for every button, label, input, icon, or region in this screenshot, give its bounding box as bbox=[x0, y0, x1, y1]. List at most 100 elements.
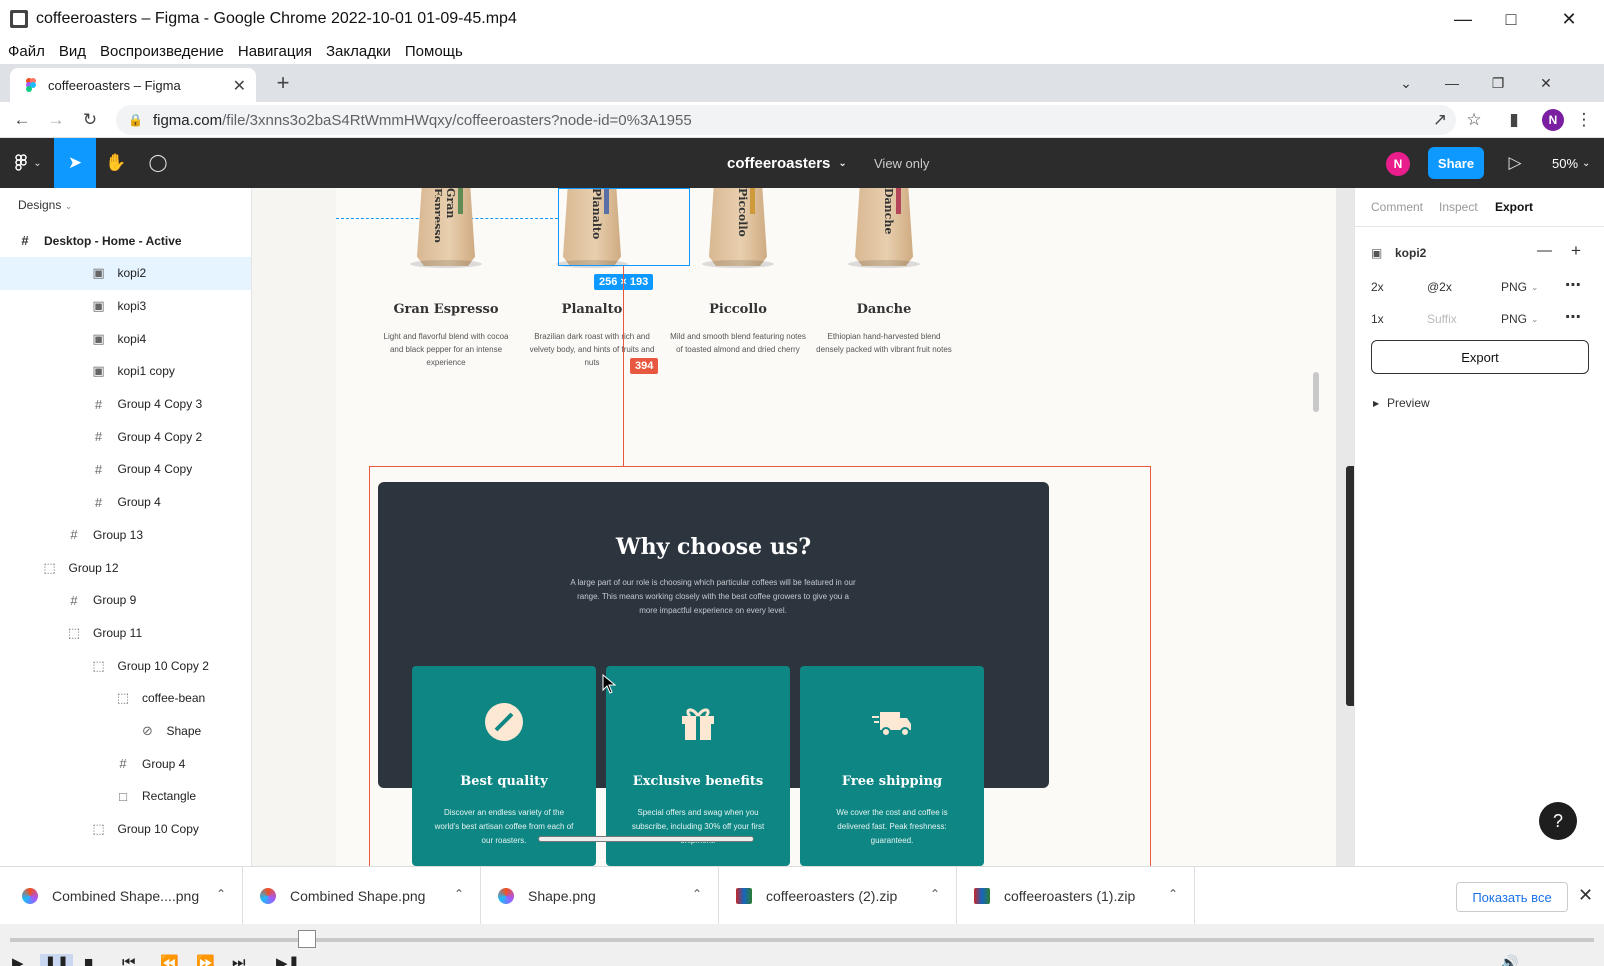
coffee-bag-image[interactable]: Danche bbox=[855, 188, 913, 266]
move-tool-icon[interactable]: ➤ bbox=[54, 138, 96, 188]
previous-icon[interactable]: ⏮ bbox=[122, 954, 136, 966]
fast-forward-icon[interactable]: ⏩ bbox=[196, 954, 215, 966]
layer-row[interactable]: ▣ kopi3 bbox=[0, 289, 251, 322]
chevron-up-icon[interactable]: ⌃ bbox=[692, 887, 702, 901]
volume-icon[interactable]: 🔊 bbox=[1500, 954, 1519, 966]
maximize-button[interactable]: □ bbox=[1482, 0, 1540, 38]
download-item[interactable]: coffeeroasters (1).zip ⌃ bbox=[952, 867, 1195, 925]
hand-tool-icon[interactable]: ✋ bbox=[96, 138, 136, 188]
layer-row[interactable]: □ Rectangle bbox=[0, 780, 251, 813]
zoom-menu[interactable]: 50% ⌄ bbox=[1552, 138, 1590, 188]
stop-icon[interactable]: ■ bbox=[84, 954, 93, 966]
layer-row[interactable]: # Group 4 bbox=[0, 486, 251, 519]
menu-help[interactable]: Помощь bbox=[405, 43, 463, 60]
design-canvas[interactable]: Gran Espresso Gran Espresso Light and flav… bbox=[252, 188, 1354, 866]
rewind-icon[interactable]: ⏪ bbox=[160, 954, 179, 966]
play-icon[interactable]: ▶ bbox=[12, 954, 24, 966]
frame-icon: # bbox=[119, 756, 127, 772]
preview-toggle[interactable]: ▶ Preview bbox=[1355, 388, 1604, 418]
layer-row[interactable]: # Group 4 bbox=[0, 747, 251, 780]
layer-row[interactable]: ▣ kopi2 bbox=[0, 256, 251, 290]
export-format[interactable]: PNG bbox=[1501, 312, 1527, 326]
export-button[interactable]: Export bbox=[1371, 340, 1589, 374]
reload-icon[interactable]: ↻ bbox=[76, 106, 104, 134]
browser-minimize-icon[interactable]: — bbox=[1432, 68, 1472, 98]
coffee-bag-image[interactable]: Gran Espresso bbox=[417, 188, 475, 266]
menu-bookmarks[interactable]: Закладки bbox=[326, 43, 391, 60]
export-suffix-input[interactable]: Suffix bbox=[1427, 312, 1457, 326]
coffee-bag-image[interactable]: Piccollo bbox=[709, 188, 767, 266]
layer-row[interactable]: ⬚ Group 12 bbox=[0, 551, 251, 584]
layer-row[interactable]: ⊘ Shape bbox=[0, 715, 251, 748]
layer-row[interactable]: # Desktop - Home - Active bbox=[0, 224, 251, 257]
chevron-up-icon[interactable]: ⌃ bbox=[930, 887, 940, 901]
user-avatar[interactable]: N bbox=[1386, 152, 1410, 176]
layer-row[interactable]: # Group 9 bbox=[0, 584, 251, 617]
selection-box[interactable] bbox=[558, 188, 690, 266]
browser-menu-icon[interactable]: ⋮ bbox=[1570, 106, 1598, 134]
address-bar[interactable]: 🔒 figma.com/file/3xnns3o2baS4RtWmmHWqxy/… bbox=[116, 105, 1456, 135]
remove-export-icon[interactable]: — bbox=[1537, 242, 1552, 259]
layer-row[interactable]: # Group 13 bbox=[0, 518, 251, 551]
file-name-menu[interactable]: coffeeroasters ⌄ bbox=[727, 138, 847, 188]
layer-row[interactable]: ▣ kopi1 copy bbox=[0, 355, 251, 388]
share-page-icon[interactable]: ↗ bbox=[1426, 106, 1454, 134]
side-panel-icon[interactable]: ▮ bbox=[1500, 106, 1528, 134]
export-scale[interactable]: 2x bbox=[1371, 280, 1384, 294]
layer-row[interactable]: # Group 4 Copy bbox=[0, 453, 251, 486]
frame-step-icon[interactable]: ▶❚ bbox=[276, 954, 300, 966]
layer-row[interactable]: ⬚ Group 10 Copy 2 bbox=[0, 649, 251, 682]
download-item[interactable]: Combined Shape....png ⌃ bbox=[0, 867, 243, 925]
seek-bar[interactable] bbox=[10, 938, 1594, 942]
layer-row[interactable]: ⬚ Group 10 Copy bbox=[0, 813, 251, 846]
menu-playback[interactable]: Воспроизведение bbox=[100, 43, 224, 60]
tab-export[interactable]: Export bbox=[1495, 200, 1533, 214]
add-export-icon[interactable]: + bbox=[1571, 241, 1581, 261]
download-item[interactable]: Shape.png ⌃ bbox=[476, 867, 719, 925]
pause-icon[interactable]: ❚❚ bbox=[40, 954, 74, 966]
layer-row[interactable]: ⬚ coffee-bean bbox=[0, 682, 251, 715]
tab-comment[interactable]: Comment bbox=[1371, 200, 1423, 214]
seek-thumb[interactable] bbox=[298, 930, 316, 948]
canvas-scrollbar[interactable] bbox=[538, 836, 754, 842]
chevron-up-icon[interactable]: ⌃ bbox=[1168, 887, 1178, 901]
show-all-downloads-button[interactable]: Показать все bbox=[1456, 882, 1568, 912]
browser-close-icon[interactable]: ✕ bbox=[1526, 68, 1566, 98]
tab-search-icon[interactable]: ⌄ bbox=[1386, 68, 1426, 98]
export-scale[interactable]: 1x bbox=[1371, 312, 1384, 326]
forward-icon[interactable]: → bbox=[42, 106, 70, 134]
download-item[interactable]: coffeeroasters (2).zip ⌃ bbox=[714, 867, 957, 925]
download-item[interactable]: Combined Shape.png ⌃ bbox=[238, 867, 481, 925]
present-icon[interactable]: ▷ bbox=[1498, 138, 1532, 188]
pages-dropdown[interactable]: Designs ⌄ bbox=[18, 198, 72, 212]
next-icon[interactable]: ⏭ bbox=[232, 954, 246, 966]
chevron-up-icon[interactable]: ⌃ bbox=[216, 887, 226, 901]
new-tab-button[interactable]: + bbox=[268, 68, 298, 98]
figma-menu-icon[interactable]: ⌄ bbox=[8, 138, 48, 188]
export-suffix[interactable]: @2x bbox=[1427, 280, 1452, 294]
browser-restore-icon[interactable]: ❐ bbox=[1478, 68, 1518, 98]
vertical-scrollbar[interactable] bbox=[1313, 372, 1319, 412]
tab-close-icon[interactable]: ✕ bbox=[233, 76, 246, 96]
menu-file[interactable]: Файл bbox=[8, 43, 45, 60]
profile-avatar[interactable]: N bbox=[1542, 109, 1564, 131]
layer-row[interactable]: # Group 4 Copy 3 bbox=[0, 388, 251, 421]
export-options-icon[interactable]: ⋯ bbox=[1565, 307, 1581, 327]
export-format[interactable]: PNG bbox=[1501, 280, 1527, 294]
menu-navigation[interactable]: Навигация bbox=[238, 43, 312, 60]
menu-view[interactable]: Вид bbox=[59, 43, 86, 60]
layer-row[interactable]: # Group 4 Copy 2 bbox=[0, 420, 251, 453]
close-downloads-icon[interactable]: ✕ bbox=[1578, 885, 1593, 906]
tab-inspect[interactable]: Inspect bbox=[1439, 200, 1478, 214]
share-button[interactable]: Share bbox=[1428, 147, 1484, 179]
export-options-icon[interactable]: ⋯ bbox=[1565, 275, 1581, 295]
back-icon[interactable]: ← bbox=[8, 106, 36, 134]
layer-row[interactable]: ▣ kopi4 bbox=[0, 322, 251, 355]
browser-tab-figma[interactable]: coffeeroasters – Figma ✕ bbox=[10, 68, 256, 102]
layer-row[interactable]: ⬚ Group 11 bbox=[0, 616, 251, 649]
help-button[interactable]: ? bbox=[1539, 802, 1577, 840]
chevron-up-icon[interactable]: ⌃ bbox=[454, 887, 464, 901]
close-window-button[interactable]: ✕ bbox=[1540, 0, 1598, 38]
bookmark-star-icon[interactable]: ☆ bbox=[1460, 106, 1488, 134]
comment-tool-icon[interactable]: ◯ bbox=[138, 138, 178, 188]
